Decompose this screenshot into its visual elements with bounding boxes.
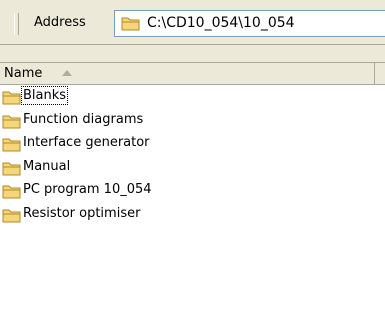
- list-item[interactable]: Blanks: [0, 85, 385, 109]
- folder-icon: [2, 89, 22, 105]
- file-rows: Blanks Function diagrams Interface gener…: [0, 85, 385, 226]
- list-item[interactable]: Resistor optimiser: [0, 203, 385, 227]
- list-item-label: Blanks: [20, 86, 69, 105]
- column-header-row: Name: [0, 63, 385, 85]
- folder-icon: [2, 207, 22, 223]
- list-item[interactable]: Manual: [0, 156, 385, 180]
- address-toolbar: Address C:\CD10_054\10_054: [0, 0, 385, 45]
- column-header-name[interactable]: Name: [0, 63, 375, 85]
- sort-ascending-icon: [62, 70, 72, 76]
- address-path[interactable]: C:\CD10_054\10_054: [147, 15, 295, 31]
- list-item-label: Manual: [23, 158, 71, 174]
- folder-icon: [2, 183, 22, 199]
- list-item[interactable]: Interface generator: [0, 132, 385, 156]
- list-item-label: Interface generator: [23, 135, 150, 150]
- toolbar-grip[interactable]: [14, 13, 19, 35]
- address-field[interactable]: C:\CD10_054\10_054: [114, 10, 385, 37]
- folder-icon: [2, 136, 22, 152]
- column-header-label: Name: [4, 66, 43, 81]
- address-label: Address: [34, 15, 86, 30]
- folder-icon: [2, 113, 22, 129]
- folder-icon: [2, 160, 22, 176]
- toolbar-separator: [0, 45, 385, 63]
- folder-icon: [121, 15, 141, 31]
- list-item-label: Function diagrams: [23, 111, 144, 127]
- list-item[interactable]: Function diagrams: [0, 109, 385, 133]
- list-item-label: Resistor optimiser: [23, 205, 141, 221]
- list-item-label: PC program 10_054: [23, 182, 152, 197]
- file-list: Name Blanks Function diagrams Interface …: [0, 63, 385, 322]
- list-item[interactable]: PC program 10_054: [0, 179, 385, 203]
